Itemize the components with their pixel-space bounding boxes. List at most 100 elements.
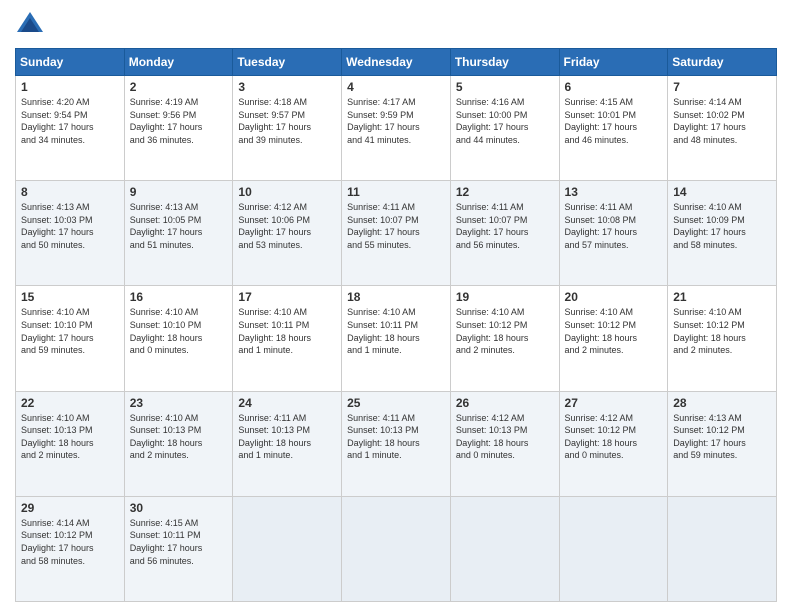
day-info: Sunrise: 4:11 AM Sunset: 10:08 PM Daylig… [565,201,663,251]
day-number: 19 [456,290,554,304]
col-tuesday: Tuesday [233,49,342,76]
day-info: Sunrise: 4:13 AM Sunset: 10:03 PM Daylig… [21,201,119,251]
day-number: 29 [21,501,119,515]
day-number: 21 [673,290,771,304]
day-number: 16 [130,290,228,304]
day-number: 4 [347,80,445,94]
day-info: Sunrise: 4:20 AM Sunset: 9:54 PM Dayligh… [21,96,119,146]
calendar-header-row: Sunday Monday Tuesday Wednesday Thursday… [16,49,777,76]
day-number: 8 [21,185,119,199]
table-row [233,496,342,601]
day-number: 2 [130,80,228,94]
table-row: 8 Sunrise: 4:13 AM Sunset: 10:03 PM Dayli… [16,181,125,286]
day-number: 20 [565,290,663,304]
day-info: Sunrise: 4:10 AM Sunset: 10:11 PM Daylig… [347,306,445,356]
table-row [668,496,777,601]
table-row: 20 Sunrise: 4:10 AM Sunset: 10:12 PM Dayl… [559,286,668,391]
day-info: Sunrise: 4:10 AM Sunset: 10:12 PM Daylig… [673,306,771,356]
table-row: 4Sunrise: 4:17 AM Sunset: 9:59 PM Daylig… [342,76,451,181]
day-number: 30 [130,501,228,515]
table-row: 9 Sunrise: 4:13 AM Sunset: 10:05 PM Dayli… [124,181,233,286]
day-info: Sunrise: 4:11 AM Sunset: 10:13 PM Daylig… [347,412,445,462]
day-info: Sunrise: 4:10 AM Sunset: 10:11 PM Daylig… [238,306,336,356]
day-number: 14 [673,185,771,199]
table-row: 7 Sunrise: 4:14 AM Sunset: 10:02 PM Dayli… [668,76,777,181]
day-info: Sunrise: 4:10 AM Sunset: 10:10 PM Daylig… [130,306,228,356]
table-row: 14 Sunrise: 4:10 AM Sunset: 10:09 PM Dayl… [668,181,777,286]
table-row: 29Sunrise: 4:14 AM Sunset: 10:12 PM Dayl… [16,496,125,601]
day-number: 7 [673,80,771,94]
table-row: 17 Sunrise: 4:10 AM Sunset: 10:11 PM Dayl… [233,286,342,391]
day-info: Sunrise: 4:10 AM Sunset: 10:13 PM Daylig… [21,412,119,462]
table-row: 13 Sunrise: 4:11 AM Sunset: 10:08 PM Dayl… [559,181,668,286]
table-row: 6 Sunrise: 4:15 AM Sunset: 10:01 PM Dayli… [559,76,668,181]
table-row: 23Sunrise: 4:10 AM Sunset: 10:13 PM Dayl… [124,391,233,496]
table-row: 12 Sunrise: 4:11 AM Sunset: 10:07 PM Dayl… [450,181,559,286]
col-wednesday: Wednesday [342,49,451,76]
calendar-week-row: 22 Sunrise: 4:10 AM Sunset: 10:13 PM Dayl… [16,391,777,496]
calendar-week-row: 15Sunrise: 4:10 AM Sunset: 10:10 PM Dayl… [16,286,777,391]
calendar-week-row: 8 Sunrise: 4:13 AM Sunset: 10:03 PM Dayli… [16,181,777,286]
col-sunday: Sunday [16,49,125,76]
table-row: 1Sunrise: 4:20 AM Sunset: 9:54 PM Daylig… [16,76,125,181]
day-number: 28 [673,396,771,410]
day-info: Sunrise: 4:11 AM Sunset: 10:13 PM Daylig… [238,412,336,462]
table-row [450,496,559,601]
calendar-week-row: 29Sunrise: 4:14 AM Sunset: 10:12 PM Dayl… [16,496,777,601]
table-row: 15Sunrise: 4:10 AM Sunset: 10:10 PM Dayl… [16,286,125,391]
day-number: 10 [238,185,336,199]
day-info: Sunrise: 4:16 AM Sunset: 10:00 PM Daylig… [456,96,554,146]
page: Sunday Monday Tuesday Wednesday Thursday… [0,0,792,612]
table-row: 26 Sunrise: 4:12 AM Sunset: 10:13 PM Dayl… [450,391,559,496]
day-number: 26 [456,396,554,410]
table-row: 2 Sunrise: 4:19 AM Sunset: 9:56 PM Daylig… [124,76,233,181]
day-info: Sunrise: 4:12 AM Sunset: 10:13 PM Daylig… [456,412,554,462]
day-number: 12 [456,185,554,199]
day-number: 22 [21,396,119,410]
col-saturday: Saturday [668,49,777,76]
day-number: 5 [456,80,554,94]
day-info: Sunrise: 4:14 AM Sunset: 10:02 PM Daylig… [673,96,771,146]
day-number: 3 [238,80,336,94]
day-number: 6 [565,80,663,94]
day-info: Sunrise: 4:19 AM Sunset: 9:56 PM Dayligh… [130,96,228,146]
day-number: 11 [347,185,445,199]
day-number: 25 [347,396,445,410]
day-info: Sunrise: 4:10 AM Sunset: 10:13 PM Daylig… [130,412,228,462]
table-row: 10 Sunrise: 4:12 AM Sunset: 10:06 PM Dayl… [233,181,342,286]
day-info: Sunrise: 4:10 AM Sunset: 10:12 PM Daylig… [565,306,663,356]
day-number: 17 [238,290,336,304]
table-row: 22 Sunrise: 4:10 AM Sunset: 10:13 PM Dayl… [16,391,125,496]
header [15,10,777,40]
day-number: 18 [347,290,445,304]
table-row [559,496,668,601]
table-row: 25 Sunrise: 4:11 AM Sunset: 10:13 PM Dayl… [342,391,451,496]
day-info: Sunrise: 4:10 AM Sunset: 10:09 PM Daylig… [673,201,771,251]
day-info: Sunrise: 4:15 AM Sunset: 10:11 PM Daylig… [130,517,228,567]
col-friday: Friday [559,49,668,76]
day-number: 24 [238,396,336,410]
table-row: 24 Sunrise: 4:11 AM Sunset: 10:13 PM Dayl… [233,391,342,496]
col-thursday: Thursday [450,49,559,76]
calendar-week-row: 1Sunrise: 4:20 AM Sunset: 9:54 PM Daylig… [16,76,777,181]
table-row: 3 Sunrise: 4:18 AM Sunset: 9:57 PM Daylig… [233,76,342,181]
table-row: 11Sunrise: 4:11 AM Sunset: 10:07 PM Dayl… [342,181,451,286]
table-row: 30 Sunrise: 4:15 AM Sunset: 10:11 PM Dayl… [124,496,233,601]
day-info: Sunrise: 4:15 AM Sunset: 10:01 PM Daylig… [565,96,663,146]
calendar-table: Sunday Monday Tuesday Wednesday Thursday… [15,48,777,602]
table-row: 5 Sunrise: 4:16 AM Sunset: 10:00 PM Dayli… [450,76,559,181]
day-info: Sunrise: 4:13 AM Sunset: 10:05 PM Daylig… [130,201,228,251]
day-number: 27 [565,396,663,410]
table-row: 21 Sunrise: 4:10 AM Sunset: 10:12 PM Dayl… [668,286,777,391]
table-row: 16 Sunrise: 4:10 AM Sunset: 10:10 PM Dayl… [124,286,233,391]
day-number: 13 [565,185,663,199]
table-row: 27Sunrise: 4:12 AM Sunset: 10:12 PM Dayl… [559,391,668,496]
day-info: Sunrise: 4:18 AM Sunset: 9:57 PM Dayligh… [238,96,336,146]
day-number: 9 [130,185,228,199]
table-row [342,496,451,601]
day-info: Sunrise: 4:11 AM Sunset: 10:07 PM Daylig… [456,201,554,251]
day-info: Sunrise: 4:12 AM Sunset: 10:06 PM Daylig… [238,201,336,251]
day-info: Sunrise: 4:13 AM Sunset: 10:12 PM Daylig… [673,412,771,462]
day-info: Sunrise: 4:10 AM Sunset: 10:12 PM Daylig… [456,306,554,356]
table-row: 18 Sunrise: 4:10 AM Sunset: 10:11 PM Dayl… [342,286,451,391]
